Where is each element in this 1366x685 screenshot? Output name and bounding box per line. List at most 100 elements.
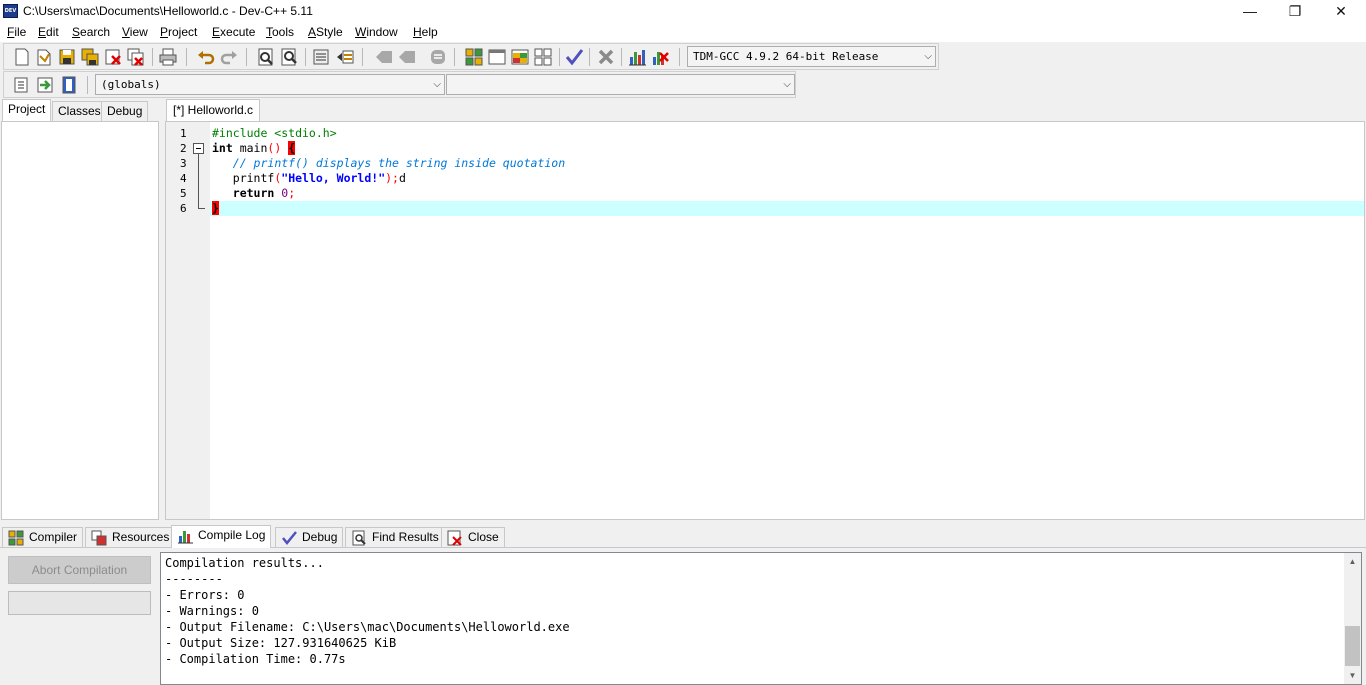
tab-find-results[interactable]: Find Results <box>345 527 445 548</box>
abort-compilation-button[interactable]: Abort Compilation <box>8 556 151 584</box>
delete-profile-icon[interactable] <box>650 47 670 67</box>
goto-bookmark-icon[interactable] <box>397 47 417 67</box>
line-number: 3 <box>180 157 187 170</box>
compile-log-output[interactable]: Compilation results... -------- - Errors… <box>160 552 1362 685</box>
scroll-down-icon[interactable]: ▼ <box>1344 667 1361 684</box>
tab-close[interactable]: Close <box>441 527 505 548</box>
close-window-button[interactable]: ✕ <box>1318 0 1364 23</box>
tab-project[interactable]: Project <box>2 99 52 121</box>
menu-help[interactable]: Help <box>413 25 438 39</box>
toggle-bookmark-icon[interactable] <box>374 47 394 67</box>
menu-window[interactable]: Window <box>355 25 398 39</box>
scroll-up-icon[interactable]: ▲ <box>1344 553 1361 570</box>
bar-chart-icon <box>178 531 193 544</box>
toolbar-separator <box>559 48 560 66</box>
new-file-button[interactable] <box>12 47 32 67</box>
compile-progress-bar <box>8 591 151 615</box>
line-number: 5 <box>180 187 187 200</box>
save-button[interactable] <box>57 47 77 67</box>
menu-view[interactable]: View <box>122 25 148 39</box>
compiler-select[interactable]: TDM-GCC 4.9.2 64-bit Release ⌵ <box>687 46 936 67</box>
close-file-button[interactable] <box>103 47 123 67</box>
tab-debug-bottom[interactable]: Debug <box>275 527 344 548</box>
goto-line-icon[interactable] <box>428 47 448 67</box>
toolbar-separator <box>621 48 622 66</box>
toolbar-separator <box>246 48 247 66</box>
find-icon[interactable] <box>256 47 276 67</box>
member-select[interactable]: ⌵ <box>446 74 795 95</box>
toolbar-separator <box>305 48 306 66</box>
log-line: -------- <box>165 572 223 586</box>
line-number: 4 <box>180 172 187 185</box>
log-line: - Warnings: 0 <box>165 604 259 618</box>
toolbar-separator <box>152 48 153 66</box>
log-line: - Output Size: 127.931640625 KiB <box>165 636 397 650</box>
resources-icon <box>91 530 107 546</box>
menu-execute[interactable]: Execute <box>212 25 255 39</box>
code-line-1: #include <stdio.h> <box>212 126 337 140</box>
menu-project[interactable]: Project <box>160 25 197 39</box>
window-title: C:\Users\mac\Documents\Helloworld.c - De… <box>23 4 313 18</box>
tab-debug[interactable]: Debug <box>101 101 149 122</box>
restore-button[interactable]: ❐ <box>1272 0 1318 23</box>
goto-declaration-icon[interactable] <box>35 75 55 95</box>
unindent-icon[interactable] <box>335 47 355 67</box>
redo-icon[interactable] <box>219 47 239 67</box>
menu-bar: File Edit Search View Project Execute To… <box>0 23 1366 42</box>
tab-classes[interactable]: Classes <box>52 101 107 122</box>
toolbar-separator <box>679 48 680 66</box>
line-number: 1 <box>180 127 187 140</box>
fold-toggle-icon[interactable] <box>193 143 204 154</box>
tab-compiler[interactable]: Compiler <box>2 527 84 548</box>
class-scope-select[interactable]: (globals) ⌵ <box>95 74 445 95</box>
code-editor[interactable]: 1 2 3 4 5 6 #include <stdio.h> int main(… <box>165 121 1365 520</box>
new-project-icon[interactable] <box>464 47 484 67</box>
insert-icon[interactable] <box>12 75 32 95</box>
menu-file[interactable]: File <box>7 25 26 39</box>
chevron-down-icon: ⌵ <box>924 51 932 62</box>
scroll-thumb[interactable] <box>1345 626 1360 666</box>
log-scrollbar[interactable]: ▲ ▼ <box>1344 553 1361 684</box>
check-icon <box>282 531 297 545</box>
window-icon[interactable] <box>487 47 507 67</box>
log-line: - Compilation Time: 0.77s <box>165 652 346 666</box>
tile-icon[interactable] <box>510 47 530 67</box>
print-icon[interactable] <box>158 47 178 67</box>
main-toolbar: TDM-GCC 4.9.2 64-bit Release ⌵ <box>3 43 939 70</box>
class-toolbar: (globals) ⌵ ⌵ <box>3 71 796 98</box>
log-line: Compilation results... <box>165 556 324 570</box>
profile-chart-icon[interactable] <box>627 47 647 67</box>
minimize-button[interactable]: — <box>1227 0 1273 23</box>
check-syntax-icon[interactable] <box>564 47 584 67</box>
fold-end <box>198 208 205 209</box>
log-line: - Errors: 0 <box>165 588 245 602</box>
find-icon <box>352 530 366 546</box>
code-line-4: printf("Hello, World!");d <box>232 171 406 185</box>
project-browser-panel[interactable] <box>1 121 159 520</box>
menu-edit[interactable]: Edit <box>38 25 59 39</box>
tab-resources[interactable]: Resources <box>85 527 176 548</box>
close-icon <box>447 530 462 546</box>
toolbar-separator <box>87 76 88 94</box>
replace-icon[interactable] <box>279 47 299 67</box>
goto-definition-icon[interactable] <box>59 75 79 95</box>
close-all-button[interactable] <box>126 47 146 67</box>
open-file-button[interactable] <box>34 47 54 67</box>
chevron-down-icon: ⌵ <box>783 79 791 90</box>
cascade-icon[interactable] <box>533 47 553 67</box>
code-line-5: return 0; <box>232 186 296 200</box>
menu-tools[interactable]: Tools <box>266 25 294 39</box>
code-line-6: } <box>212 201 219 215</box>
toolbar-separator <box>362 48 363 66</box>
menu-search[interactable]: Search <box>72 25 110 39</box>
line-number: 2 <box>180 142 187 155</box>
stop-execution-icon[interactable] <box>596 47 616 67</box>
title-bar: DEV C:\Users\mac\Documents\Helloworld.c … <box>0 0 1366 23</box>
menu-astyle[interactable]: AStyle <box>308 25 343 39</box>
editor-tab-helloworld[interactable]: [*] Helloworld.c <box>166 99 261 121</box>
save-all-button[interactable] <box>80 47 100 67</box>
undo-icon[interactable] <box>196 47 216 67</box>
tab-compile-log[interactable]: Compile Log <box>171 525 272 548</box>
code-line-2: int main() { <box>212 141 296 155</box>
indent-icon[interactable] <box>311 47 331 67</box>
